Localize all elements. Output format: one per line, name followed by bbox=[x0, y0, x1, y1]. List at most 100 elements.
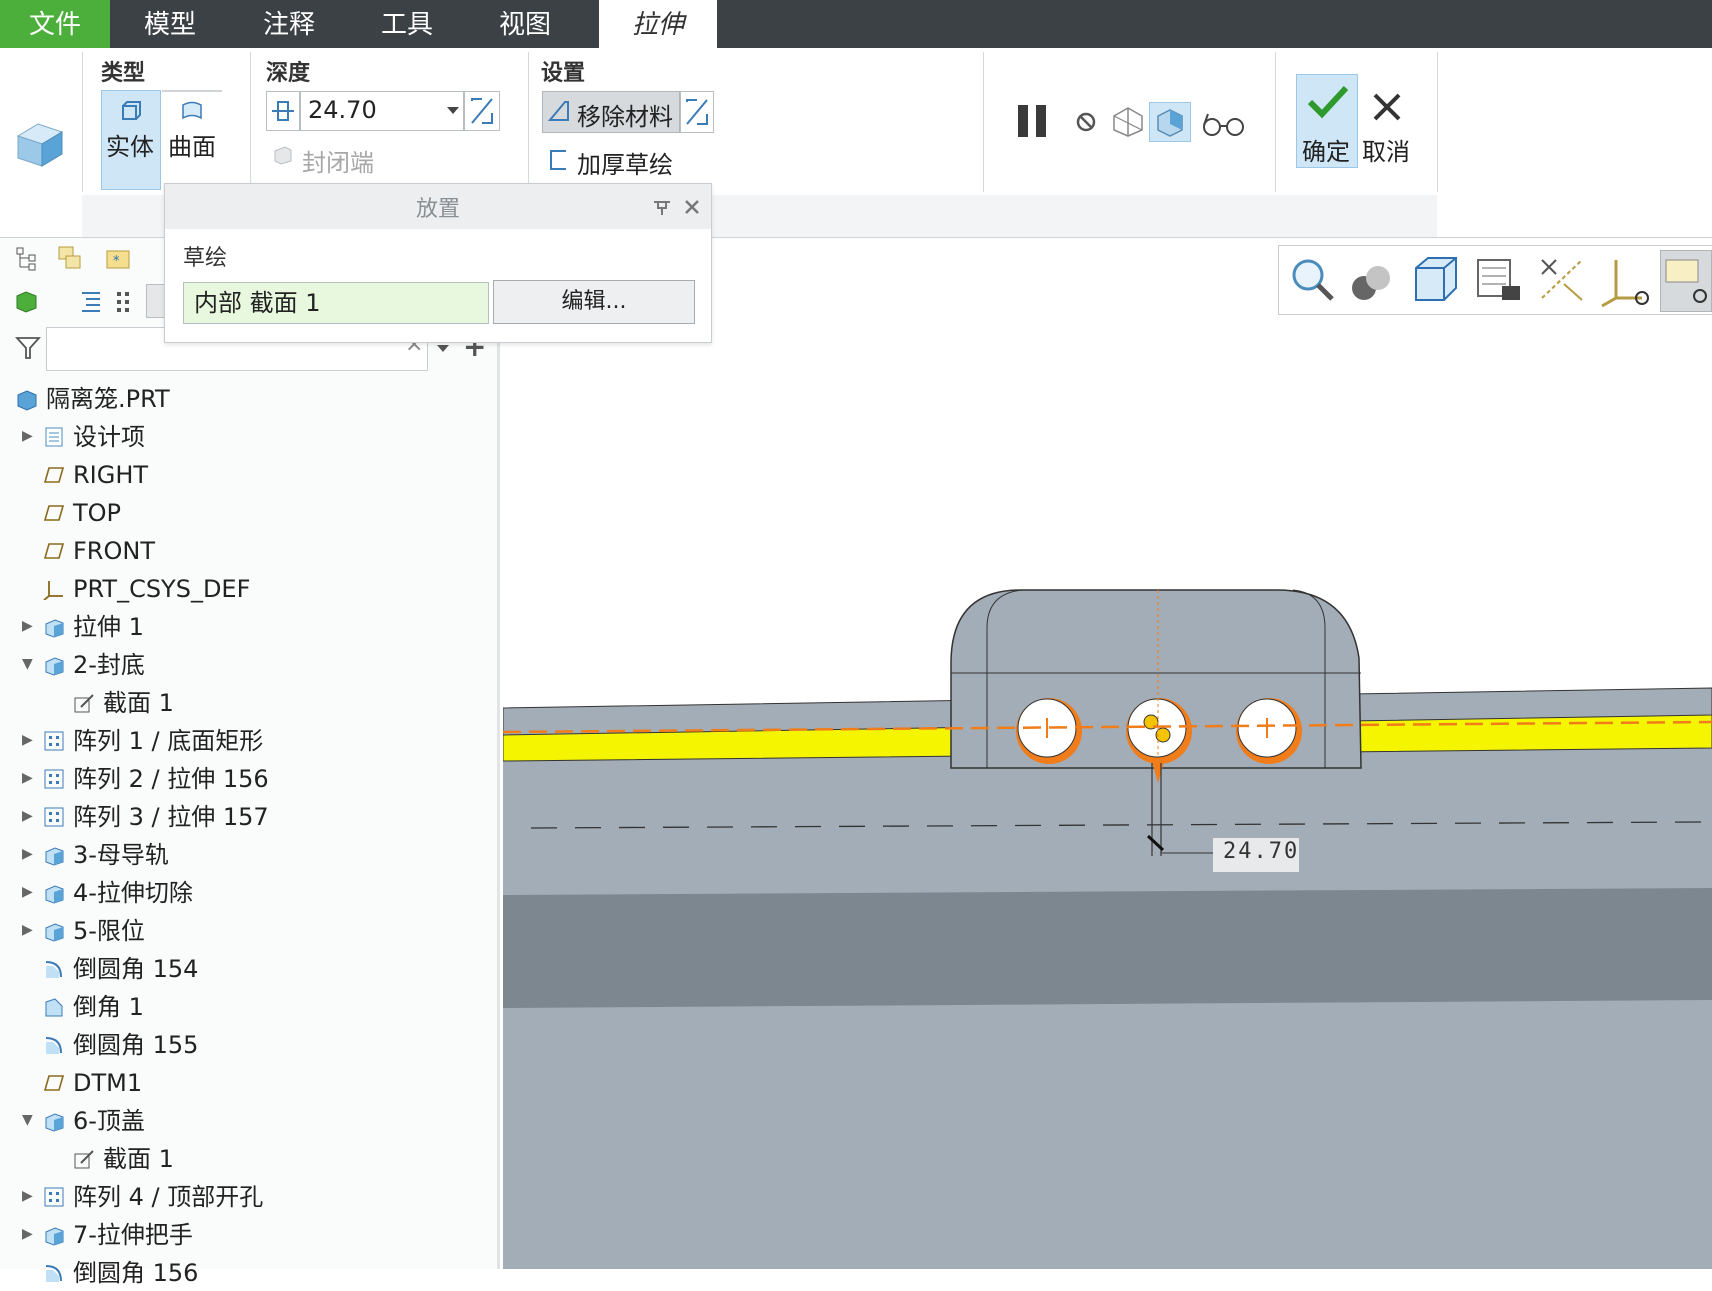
cancel-x-icon[interactable] bbox=[1370, 90, 1404, 124]
layers-icon[interactable] bbox=[56, 244, 84, 272]
saved-views-icon[interactable] bbox=[1474, 256, 1524, 306]
tree-item-label[interactable]: 5-限位 bbox=[73, 913, 145, 949]
edit-sketch-button[interactable]: 编辑... bbox=[493, 280, 695, 324]
tree-item-label[interactable]: 倒圆角 154 bbox=[73, 951, 198, 987]
graphics-viewport[interactable]: 24.70 bbox=[503, 238, 1712, 1269]
capped-ends-label[interactable]: 封闭端 bbox=[302, 143, 374, 178]
menu-tab-annotate[interactable]: 注释 bbox=[230, 0, 348, 48]
tree-expander-icon[interactable]: ▶ bbox=[22, 770, 33, 786]
tree-item-label[interactable]: PRT_CSYS_DEF bbox=[73, 571, 250, 607]
folder-star-icon[interactable]: * bbox=[104, 244, 132, 272]
no-preview-icon[interactable] bbox=[1073, 109, 1099, 135]
preview-geometry-icon[interactable] bbox=[1110, 104, 1146, 138]
menu-tab-view[interactable]: 视图 bbox=[466, 0, 584, 48]
tree-expander-icon[interactable]: ▶ bbox=[22, 846, 33, 862]
close-panel-icon[interactable] bbox=[683, 198, 701, 216]
svg-text:*: * bbox=[113, 254, 120, 269]
surface-label[interactable]: 曲面 bbox=[168, 127, 216, 162]
tree-expander-icon[interactable]: ▶ bbox=[22, 1226, 33, 1242]
tree-expander-icon[interactable]: ▼ bbox=[22, 1112, 33, 1128]
round-icon bbox=[45, 961, 62, 978]
tree-item-label[interactable]: 6-顶盖 bbox=[73, 1103, 145, 1139]
tree-item-label[interactable]: 截面 1 bbox=[103, 1141, 174, 1177]
tree-item-label[interactable]: 截面 1 bbox=[103, 685, 174, 721]
hole-center bbox=[1126, 698, 1192, 764]
tree-expander-icon[interactable]: ▶ bbox=[22, 884, 33, 900]
placement-panel: 放置 草绘 内部 截面 1 编辑... bbox=[164, 183, 712, 343]
flip-material-icon bbox=[686, 99, 708, 125]
tree-filter-toggle[interactable] bbox=[146, 284, 166, 318]
chamfer-icon bbox=[45, 998, 63, 1017]
depth-dropdown-icon[interactable] bbox=[447, 107, 459, 114]
tree-expander-icon[interactable]: ▶ bbox=[22, 732, 33, 748]
depth-value: 24.70 bbox=[308, 96, 377, 124]
tree-item-label[interactable]: 设计项 bbox=[73, 419, 145, 455]
extrude-icon bbox=[45, 923, 64, 942]
display-style-icon[interactable] bbox=[14, 288, 40, 314]
tree-item-label[interactable]: DTM1 bbox=[73, 1065, 142, 1101]
tree-item-label[interactable]: 2-封底 bbox=[73, 647, 145, 683]
datum-display-icon[interactable] bbox=[1536, 254, 1588, 306]
capped-ends-icon bbox=[274, 146, 292, 165]
zoom-icon[interactable] bbox=[1288, 255, 1338, 305]
pause-icon[interactable] bbox=[1015, 103, 1051, 139]
type-underline bbox=[162, 90, 222, 92]
datum-plane-icon bbox=[43, 467, 65, 483]
tree-item-label[interactable]: 3-母导轨 bbox=[73, 837, 169, 873]
tree-item-label[interactable]: 阵列 4 / 顶部开孔 bbox=[73, 1179, 263, 1215]
tree-item-label[interactable]: 7-拉伸把手 bbox=[73, 1217, 193, 1253]
blind-depth-icon bbox=[272, 101, 294, 121]
pattern-icon bbox=[44, 1187, 64, 1207]
hole-right bbox=[1236, 698, 1302, 764]
depth-dimension-label[interactable]: 24.70 bbox=[1223, 839, 1299, 864]
tree-item-label[interactable]: 倒圆角 156 bbox=[73, 1255, 198, 1291]
tree-item-label[interactable]: 倒角 1 bbox=[73, 989, 144, 1025]
pin-icon[interactable] bbox=[652, 198, 672, 216]
menu-tab-model[interactable]: 模型 bbox=[110, 0, 230, 48]
tree-item-label[interactable]: RIGHT bbox=[73, 457, 148, 493]
round-icon bbox=[45, 1037, 62, 1054]
thicken-sketch-label[interactable]: 加厚草绘 bbox=[577, 145, 673, 180]
sketch-collector-field[interactable]: 内部 截面 1 bbox=[183, 282, 489, 324]
extrude-icon bbox=[45, 1113, 64, 1132]
model-tree-icon[interactable] bbox=[14, 245, 40, 271]
filter-dropdown-icon[interactable] bbox=[437, 345, 449, 352]
settings-group-label: 设置 bbox=[541, 61, 586, 86]
tree-expander-icon[interactable]: ▶ bbox=[22, 808, 33, 824]
tree-expander-icon[interactable]: ▶ bbox=[22, 618, 33, 634]
remove-material-icon bbox=[547, 101, 569, 121]
remove-material-label: 移除材料 bbox=[577, 103, 673, 131]
cancel-label[interactable]: 取消 bbox=[1362, 132, 1410, 167]
menu-tab-file[interactable]: 文件 bbox=[0, 0, 110, 48]
tree-columns-icon[interactable] bbox=[78, 288, 104, 314]
sketch-icon bbox=[74, 1150, 94, 1169]
pattern-icon bbox=[44, 807, 64, 827]
surface-icon[interactable] bbox=[180, 100, 204, 122]
tree-expander-icon[interactable]: ▼ bbox=[22, 656, 33, 672]
tree-item-label[interactable]: TOP bbox=[73, 495, 121, 531]
design-items-icon bbox=[45, 427, 63, 447]
tree-root-label[interactable]: 隔离笼.PRT bbox=[46, 381, 170, 417]
tree-expander-icon[interactable]: ▶ bbox=[22, 1188, 33, 1204]
glasses-icon[interactable] bbox=[1202, 110, 1246, 138]
extrude-icon bbox=[45, 1227, 64, 1246]
tree-item-label[interactable]: 阵列 1 / 底面矩形 bbox=[73, 723, 263, 759]
shading-icon[interactable] bbox=[1348, 256, 1398, 306]
csys-display-icon[interactable] bbox=[1598, 254, 1652, 308]
annotation-display-icon bbox=[1665, 259, 1707, 303]
menu-tab-extrude[interactable]: 拉伸 bbox=[599, 0, 717, 49]
view-orientation-icon[interactable] bbox=[1412, 254, 1462, 304]
menu-tab-tools[interactable]: 工具 bbox=[348, 0, 466, 48]
tree-expander-icon[interactable]: ▶ bbox=[22, 922, 33, 938]
tree-item-label[interactable]: 4-拉伸切除 bbox=[73, 875, 193, 911]
tree-item-label[interactable]: 倒圆角 155 bbox=[73, 1027, 198, 1063]
tree-item-label[interactable]: 阵列 3 / 拉伸 157 bbox=[73, 799, 269, 835]
depth-group-label: 深度 bbox=[266, 61, 311, 86]
type-group-label: 类型 bbox=[101, 61, 146, 86]
tree-item-label[interactable]: 拉伸 1 bbox=[73, 609, 144, 645]
filter-funnel-icon[interactable] bbox=[14, 334, 42, 362]
tree-settings-icon[interactable] bbox=[114, 288, 132, 314]
tree-expander-icon[interactable]: ▶ bbox=[22, 428, 33, 444]
tree-item-label[interactable]: 阵列 2 / 拉伸 156 bbox=[73, 761, 269, 797]
tree-item-label[interactable]: FRONT bbox=[73, 533, 155, 569]
